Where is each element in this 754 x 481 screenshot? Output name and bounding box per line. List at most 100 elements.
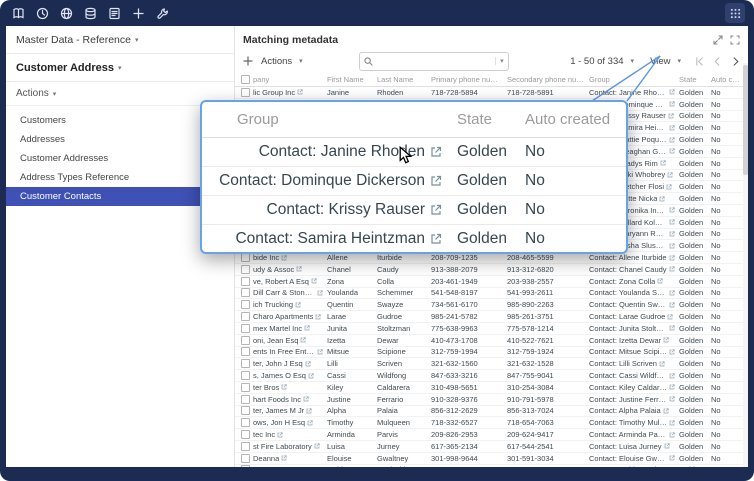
- column-header-first-name[interactable]: First Name: [327, 75, 377, 84]
- add-record-icon[interactable]: [243, 56, 253, 66]
- external-link-icon[interactable]: [669, 231, 675, 237]
- globe-icon[interactable]: [60, 7, 73, 20]
- row-checkbox[interactable]: [241, 324, 250, 333]
- row-checkbox[interactable]: [241, 265, 250, 274]
- external-link-icon[interactable]: [308, 373, 314, 379]
- external-link-icon[interactable]: [430, 175, 442, 187]
- row-checkbox[interactable]: [241, 371, 250, 380]
- table-row[interactable]: s, James O EsqCassiWildfong847-633-32168…: [235, 370, 748, 382]
- external-link-icon[interactable]: [669, 420, 675, 426]
- external-link-icon[interactable]: [669, 384, 675, 390]
- row-checkbox[interactable]: [241, 454, 250, 463]
- external-link-icon[interactable]: [660, 160, 666, 166]
- external-link-icon[interactable]: [669, 219, 675, 225]
- row-checkbox[interactable]: [241, 288, 250, 297]
- entity-selector[interactable]: Customer Address ▾: [6, 54, 234, 82]
- row-checkbox[interactable]: [241, 253, 250, 262]
- row-checkbox[interactable]: [241, 336, 250, 345]
- column-header-primary-phone[interactable]: Primary phone number: [431, 75, 507, 84]
- history-icon[interactable]: [36, 7, 49, 20]
- external-link-icon[interactable]: [304, 325, 310, 331]
- select-all-checkbox[interactable]: [241, 75, 250, 84]
- external-link-icon[interactable]: [281, 455, 287, 461]
- row-checkbox[interactable]: [241, 430, 250, 439]
- column-header-company[interactable]: pany: [253, 75, 327, 84]
- external-link-icon[interactable]: [669, 148, 675, 154]
- external-link-icon[interactable]: [296, 266, 302, 272]
- external-link-icon[interactable]: [669, 349, 675, 355]
- external-link-icon[interactable]: [669, 207, 675, 213]
- external-link-icon[interactable]: [663, 337, 669, 343]
- table-row[interactable]: tec IncArmindaParvis209-826-2953209-624-…: [235, 429, 748, 441]
- scrollbar-thumb[interactable]: [743, 65, 748, 175]
- row-checkbox[interactable]: [241, 300, 250, 309]
- external-link-icon[interactable]: [659, 361, 665, 367]
- external-link-icon[interactable]: [306, 408, 312, 414]
- external-link-icon[interactable]: [303, 396, 309, 402]
- table-row[interactable]: hart Foods IncJustineFerrario910-328-937…: [235, 394, 748, 406]
- row-checkbox[interactable]: [241, 406, 250, 415]
- external-link-icon[interactable]: [430, 146, 442, 158]
- wrench-icon[interactable]: [156, 7, 169, 20]
- table-row[interactable]: oni, Jean EsqIzettaDewar410-473-1708410-…: [235, 335, 748, 347]
- external-link-icon[interactable]: [315, 314, 321, 320]
- external-link-icon[interactable]: [297, 89, 303, 95]
- row-checkbox[interactable]: [241, 347, 250, 356]
- external-link-icon[interactable]: [667, 172, 673, 178]
- external-link-icon[interactable]: [277, 432, 283, 438]
- search-options-chevron-icon[interactable]: ▾: [495, 57, 504, 65]
- external-link-icon[interactable]: [430, 204, 442, 216]
- row-checkbox[interactable]: [241, 465, 250, 467]
- column-header-auto-created[interactable]: Auto created: [711, 75, 745, 84]
- table-row[interactable]: ter BrosKileyCaldarera310-498-5651310-25…: [235, 382, 748, 394]
- external-link-icon[interactable]: [669, 302, 675, 308]
- fullscreen-icon[interactable]: [730, 35, 740, 45]
- external-link-icon[interactable]: [669, 373, 675, 379]
- external-link-icon[interactable]: [659, 196, 665, 202]
- external-link-icon[interactable]: [664, 443, 670, 449]
- external-link-icon[interactable]: [657, 278, 663, 284]
- external-link-icon[interactable]: [669, 101, 675, 107]
- table-row[interactable]: Dill Carr & StonbrakerYoulandaSchemmer54…: [235, 288, 748, 300]
- external-link-icon[interactable]: [281, 384, 287, 390]
- column-header-group[interactable]: Group: [589, 75, 679, 84]
- grid-actions-menu[interactable]: Actions ▾: [261, 56, 303, 67]
- external-link-icon[interactable]: [430, 233, 442, 245]
- row-checkbox[interactable]: [241, 312, 250, 321]
- row-checkbox[interactable]: [241, 395, 250, 404]
- external-link-icon[interactable]: [311, 278, 317, 284]
- expand-icon[interactable]: [713, 35, 723, 45]
- external-link-icon[interactable]: [307, 420, 313, 426]
- pagination-selector[interactable]: 1 - 50 of 334 ▾: [570, 56, 634, 67]
- table-row[interactable]: DeannaElouiseGwaltney301-998-9644301-591…: [235, 453, 748, 465]
- external-link-icon[interactable]: [281, 255, 287, 261]
- table-row[interactable]: st Fire LaboratoryLuisaJurney617-365-213…: [235, 441, 748, 453]
- table-row[interactable]: udy & AssocChanelCaudy913-388-2079913-31…: [235, 264, 748, 276]
- table-row[interactable]: ents In Free EntrprsMitsueScipione312-75…: [235, 347, 748, 359]
- external-link-icon[interactable]: [668, 113, 674, 119]
- external-link-icon[interactable]: [314, 443, 320, 449]
- row-checkbox[interactable]: [241, 359, 250, 368]
- prev-page-icon[interactable]: [713, 57, 722, 66]
- table-row[interactable]: veras ProspectGoldaKaniecki732-628-99097…: [235, 465, 748, 468]
- external-link-icon[interactable]: [317, 349, 323, 355]
- table-row[interactable]: ter, James M JrAlphaPalaia856-312-262985…: [235, 406, 748, 418]
- search-input[interactable]: [377, 55, 491, 67]
- model-selector[interactable]: Master Data - Reference ▾: [6, 26, 234, 54]
- external-link-icon[interactable]: [300, 337, 306, 343]
- vertical-scrollbar[interactable]: [743, 63, 748, 467]
- table-row[interactable]: Charo ApartmentsLaraeGudroe985-241-57829…: [235, 311, 748, 323]
- checklist-icon[interactable]: [108, 7, 121, 20]
- external-link-icon[interactable]: [305, 361, 311, 367]
- external-link-icon[interactable]: [295, 302, 301, 308]
- logo-icon[interactable]: [12, 7, 25, 20]
- table-row[interactable]: ows, Jon H EsqTimothyMulqueen718-332-652…: [235, 417, 748, 429]
- external-link-icon[interactable]: [669, 325, 675, 331]
- row-checkbox[interactable]: [241, 277, 250, 286]
- column-header-secondary-phone[interactable]: Secondary phone number: [507, 75, 589, 84]
- external-link-icon[interactable]: [669, 89, 675, 95]
- table-row[interactable]: ich TruckingQuentinSwayze734-561-6170985…: [235, 299, 748, 311]
- next-page-icon[interactable]: [731, 57, 740, 66]
- row-checkbox[interactable]: [241, 418, 250, 427]
- first-page-icon[interactable]: [695, 57, 704, 66]
